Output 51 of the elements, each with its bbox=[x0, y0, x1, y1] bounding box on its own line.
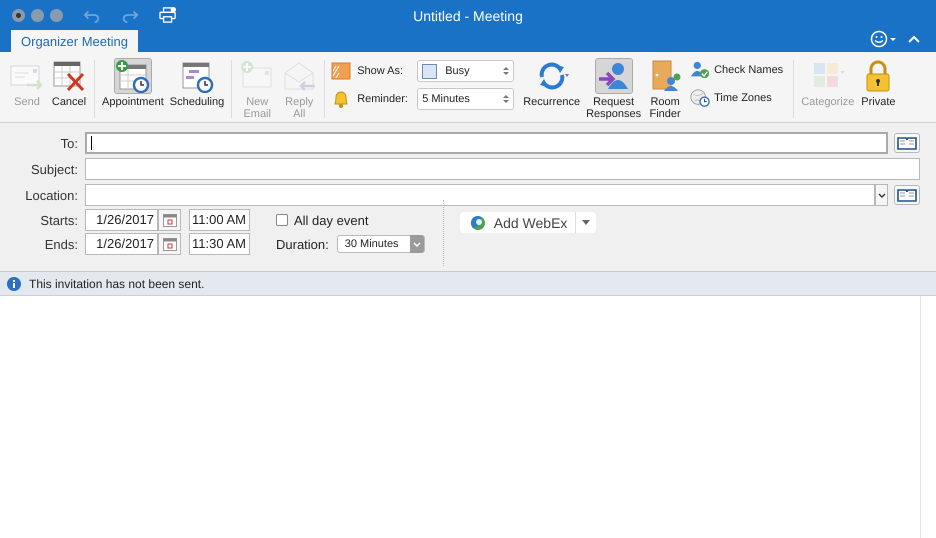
ribbon-button[interactable]: Cancel bbox=[48, 56, 90, 111]
ribbon-button[interactable]: Scheduling bbox=[166, 56, 228, 111]
globe-icon bbox=[470, 214, 486, 230]
to-label: To: bbox=[60, 136, 79, 150]
ribbon-button[interactable]: Recurrence bbox=[520, 56, 584, 111]
address-book-button[interactable] bbox=[894, 185, 920, 205]
info-message: This invitation has not been sent. bbox=[29, 276, 204, 290]
ribbon-tab[interactable]: Organizer Meeting bbox=[11, 30, 138, 52]
caret-icon bbox=[878, 192, 886, 198]
calendar-icon bbox=[162, 214, 176, 226]
all-day-label: All day event bbox=[294, 212, 368, 228]
close-button[interactable] bbox=[12, 8, 25, 22]
caret-icon bbox=[412, 242, 421, 246]
date-field[interactable]: 1/26/2017 bbox=[85, 209, 158, 231]
person-check-icon bbox=[690, 60, 710, 80]
time-field[interactable]: 11:30 AM bbox=[189, 233, 250, 255]
time-field[interactable]: 11:00 AM bbox=[189, 209, 250, 231]
calendar-button[interactable] bbox=[158, 209, 181, 231]
to-field[interactable] bbox=[85, 132, 888, 154]
location-label: Location: bbox=[24, 188, 79, 202]
reminder-dropdown[interactable]: 5 Minutes bbox=[417, 88, 514, 110]
date-label: Ends: bbox=[44, 236, 79, 252]
window-title: Untitled - Meeting bbox=[413, 8, 523, 24]
show-as-label: Show As: bbox=[357, 65, 404, 77]
print-icon[interactable] bbox=[159, 7, 177, 23]
globe-clock-icon bbox=[690, 88, 710, 108]
calendar-button[interactable] bbox=[158, 233, 181, 255]
location-field[interactable] bbox=[85, 184, 875, 206]
subject-label: Subject: bbox=[30, 162, 79, 176]
ribbon-button[interactable]: Time Zones bbox=[690, 88, 784, 108]
date-field[interactable]: 1/26/2017 bbox=[85, 233, 158, 255]
ribbon-button[interactable]: Room Finder bbox=[644, 56, 686, 123]
ribbon-button[interactable]: Private bbox=[857, 56, 900, 111]
ribbon-button[interactable]: Appointment bbox=[99, 56, 167, 111]
location-dropdown-button[interactable] bbox=[875, 184, 888, 206]
reminder-label: Reminder: bbox=[357, 93, 409, 105]
caret-icon bbox=[582, 220, 590, 225]
striped-square-icon bbox=[331, 61, 352, 81]
show-as-dropdown[interactable]: Busy bbox=[417, 60, 514, 82]
collapse-ribbon-icon[interactable] bbox=[908, 35, 920, 43]
subject-field[interactable] bbox=[85, 158, 920, 180]
address-book-button[interactable] bbox=[894, 133, 920, 153]
info-icon bbox=[7, 276, 21, 290]
smiley-feedback-icon[interactable] bbox=[870, 30, 898, 48]
duration-dropdown[interactable]: 30 Minutes bbox=[336, 235, 425, 253]
duration-label: Duration: bbox=[276, 236, 329, 252]
ribbon-button[interactable]: Request Responses bbox=[583, 56, 644, 123]
ribbon-button[interactable]: Check Names bbox=[690, 60, 784, 80]
date-label: Starts: bbox=[39, 212, 79, 228]
checkbox[interactable] bbox=[276, 214, 288, 226]
calendar-icon bbox=[162, 238, 176, 250]
